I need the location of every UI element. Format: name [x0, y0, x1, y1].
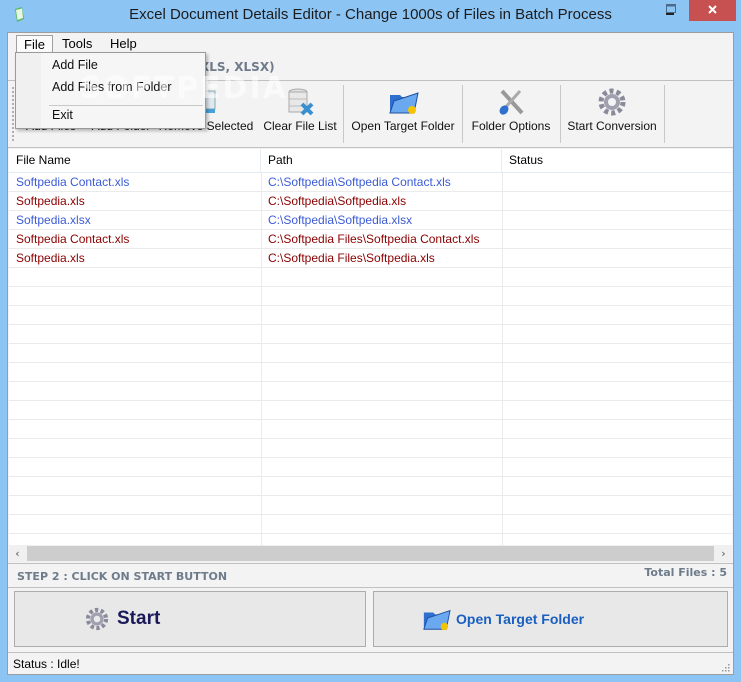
- resize-grip-icon[interactable]: [720, 662, 730, 672]
- open-folder-icon: [423, 609, 451, 631]
- table-row[interactable]: [9, 515, 732, 534]
- gear-icon: [598, 88, 626, 116]
- column-header-path[interactable]: Path: [261, 149, 502, 172]
- cell-file-name: Softpedia Contact.xls: [16, 175, 130, 189]
- menu-item-add-file[interactable]: Add File: [52, 58, 98, 72]
- total-files-count: Total Files : 5: [644, 566, 727, 579]
- table-row[interactable]: [9, 268, 732, 287]
- scroll-left-icon[interactable]: ‹: [9, 545, 26, 562]
- cell-file-name: Softpedia.xls: [16, 194, 85, 208]
- table-row[interactable]: [9, 401, 732, 420]
- database-clear-icon: [288, 88, 314, 116]
- file-grid[interactable]: File Name Path Status Softpedia Contact.…: [9, 149, 732, 545]
- cell-status: [502, 230, 732, 248]
- menu-item-add-files-from-folder[interactable]: Add Files from Folder: [52, 80, 171, 94]
- grid-header: File Name Path Status: [9, 149, 732, 173]
- clear-file-list-button[interactable]: Clear File List: [262, 85, 338, 141]
- scroll-right-icon[interactable]: ›: [715, 545, 732, 562]
- table-row[interactable]: [9, 420, 732, 439]
- column-header-file-name[interactable]: File Name: [9, 149, 261, 172]
- horizontal-scrollbar[interactable]: ‹ ›: [9, 545, 732, 562]
- start-conversion-button[interactable]: Start Conversion: [565, 85, 659, 141]
- cell-path: C:\Softpedia Files\Softpedia.xls: [268, 251, 435, 265]
- table-row[interactable]: [9, 306, 732, 325]
- maximize-icon: [666, 4, 676, 13]
- column-header-status[interactable]: Status: [502, 149, 732, 172]
- table-row[interactable]: [9, 439, 732, 458]
- table-row[interactable]: Softpedia Contact.xls C:\Softpedia\Softpe…: [9, 173, 732, 192]
- menu-gutter: [16, 53, 41, 128]
- toolbar-separator: [560, 85, 561, 143]
- cell-file-name: Softpedia Contact.xls: [16, 232, 130, 246]
- table-row[interactable]: [9, 382, 732, 401]
- tools-icon: [499, 89, 524, 115]
- menu-help[interactable]: Help: [103, 35, 144, 53]
- open-folder-icon: [389, 92, 419, 114]
- scrollbar-thumb[interactable]: [27, 546, 714, 561]
- table-row[interactable]: Softpedia Contact.xls C:\Softpedia Files\…: [9, 230, 732, 249]
- table-row[interactable]: Softpedia.xlsx C:\Softpedia\Softpedia.xls…: [9, 211, 732, 230]
- cell-file-name: Softpedia.xlsx: [16, 213, 91, 227]
- table-row[interactable]: Softpedia.xls C:\Softpedia Files\Softpedi…: [9, 249, 732, 268]
- window-title: Excel Document Details Editor - Change 1…: [129, 6, 612, 23]
- table-row[interactable]: [9, 496, 732, 515]
- cell-path: C:\Softpedia\Softpedia.xlsx: [268, 213, 413, 227]
- folder-options-button[interactable]: Folder Options: [467, 85, 555, 141]
- table-row[interactable]: [9, 477, 732, 496]
- title-bar: Excel Document Details Editor - Change 1…: [0, 0, 741, 32]
- toolbar-separator: [462, 85, 463, 143]
- table-row[interactable]: [9, 325, 732, 344]
- open-target-folder-big-button[interactable]: Open Target Folder: [373, 591, 728, 647]
- table-row[interactable]: [9, 287, 732, 306]
- step2-bar: STEP 2 : CLICK ON START BUTTON Total Fil…: [8, 563, 733, 588]
- toolbar-separator: [343, 85, 344, 143]
- table-row[interactable]: [9, 344, 732, 363]
- file-menu-dropdown: Add File Add Files from Folder Exit: [15, 52, 206, 129]
- start-button[interactable]: Start: [14, 591, 366, 647]
- open-target-folder-label: Open Target Folder: [456, 611, 585, 627]
- close-button[interactable]: [689, 0, 736, 21]
- cell-file-name: Softpedia.xls: [16, 251, 85, 265]
- menu-tools[interactable]: Tools: [55, 35, 99, 53]
- cell-status: [502, 211, 732, 229]
- toolbar-separator: [664, 85, 665, 143]
- cell-path: C:\Softpedia Files\Softpedia Contact.xls: [268, 232, 480, 246]
- table-row[interactable]: Softpedia.xls C:\Softpedia\Softpedia.xls: [9, 192, 732, 211]
- start-label: Start: [117, 608, 161, 629]
- step2-label: STEP 2 : CLICK ON START BUTTON: [17, 570, 228, 583]
- close-icon: [708, 5, 717, 14]
- status-text: Status : Idle!: [13, 657, 80, 671]
- menu-item-exit[interactable]: Exit: [52, 108, 73, 122]
- status-bar: Status : Idle!: [8, 652, 733, 675]
- cell-status: [502, 192, 732, 210]
- cell-path: C:\Softpedia\Softpedia.xls: [268, 194, 407, 208]
- table-row[interactable]: [9, 458, 732, 477]
- cell-status: [502, 173, 732, 191]
- table-row[interactable]: [9, 363, 732, 382]
- step1-label: XLS, XLSX): [200, 60, 275, 74]
- menu-separator: [49, 105, 203, 106]
- open-target-folder-button[interactable]: Open Target Folder: [348, 85, 458, 141]
- cell-path: C:\Softpedia\Softpedia Contact.xls: [268, 175, 451, 189]
- gear-icon: [85, 607, 109, 631]
- cell-status: [502, 249, 732, 267]
